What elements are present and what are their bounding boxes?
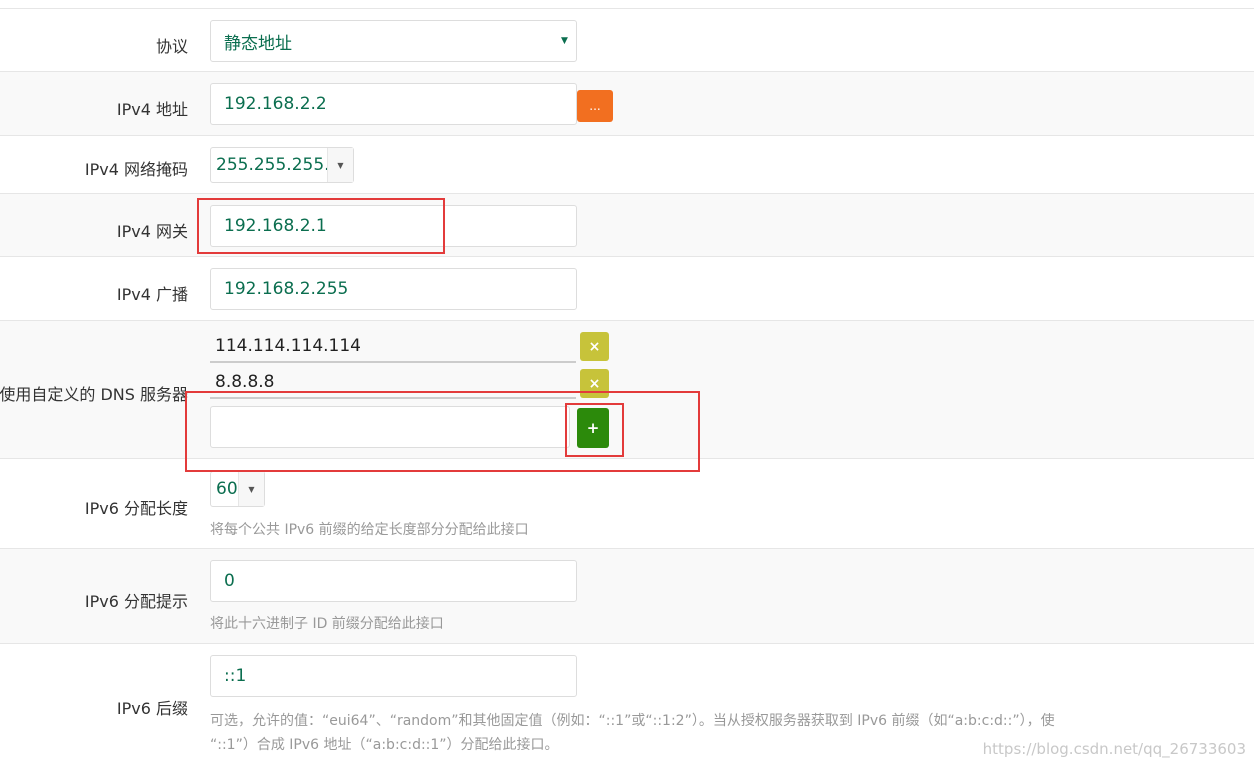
ipv6-assign-hint-row: IPv6 分配提示 0 将此十六进制子 ID 前缀分配给此接口	[0, 548, 1254, 643]
ipv4-address-row: IPv4 地址 192.168.2.2 ...	[0, 71, 1254, 135]
ipv4-address-value: 192.168.2.2	[224, 94, 327, 114]
add-button-highlight-box	[565, 403, 624, 457]
x-icon: ×	[588, 338, 601, 355]
dns-label: 使用自定义的 DNS 服务器	[0, 385, 188, 404]
ipv6-assign-length-value: 60	[216, 479, 238, 499]
ipv4-netmask-value: 255.255.255.0	[216, 155, 341, 175]
chevron-down-icon: ▼	[327, 148, 353, 182]
ipv6-assign-length-hint: 将每个公共 IPv6 前缀的给定长度部分分配给此接口	[210, 522, 529, 538]
ipv4-address-label: IPv4 地址	[116, 100, 188, 119]
chevron-down-icon: ▼	[238, 472, 264, 506]
gateway-highlight-box	[197, 198, 445, 254]
x-icon: ×	[588, 375, 601, 392]
ipv6-suffix-input[interactable]: ::1	[210, 655, 577, 697]
dns-entry-value: 114.114.114.114	[215, 336, 362, 356]
ipv4-gateway-label: IPv4 网关	[116, 222, 188, 241]
dns-entry[interactable]: 114.114.114.114	[210, 331, 576, 363]
ipv4-broadcast-value: 192.168.2.255	[224, 279, 349, 299]
protocol-select[interactable]: 静态地址	[210, 20, 577, 62]
ipv4-broadcast-input[interactable]: 192.168.2.255	[210, 268, 577, 310]
ipv4-gateway-row: IPv4 网关 192.168.2.1	[0, 193, 1254, 256]
ipv6-assign-hint-value: 0	[224, 571, 235, 591]
ipv6-assign-hint-input[interactable]: 0	[210, 560, 577, 602]
ipv4-broadcast-row: IPv4 广播 192.168.2.255	[0, 256, 1254, 320]
protocol-value: 静态地址	[224, 33, 292, 54]
ipv4-address-input[interactable]: 192.168.2.2	[210, 83, 577, 125]
ipv6-suffix-hint-line1: 可选，允许的值：“eui64”、“random”和其他固定值（例如：“::1”或…	[210, 713, 1055, 729]
ipv6-assign-hint-label: IPv6 分配提示	[84, 592, 188, 611]
protocol-row: 协议 静态地址 ▼	[0, 8, 1254, 71]
watermark: https://blog.csdn.net/qq_26733603	[982, 740, 1246, 758]
ipv4-netmask-label: IPv4 网络掩码	[84, 160, 188, 179]
ipv4-address-more-button[interactable]: ...	[577, 90, 613, 122]
ipv6-suffix-value: ::1	[224, 666, 247, 686]
remove-dns-button[interactable]: ×	[580, 332, 609, 361]
ipv4-broadcast-label: IPv4 广播	[116, 285, 188, 304]
ipv6-assign-length-label: IPv6 分配长度	[84, 499, 188, 518]
ipv6-assign-hint-hint: 将此十六进制子 ID 前缀分配给此接口	[210, 616, 444, 632]
ipv4-netmask-select[interactable]: 255.255.255.0 ▼	[210, 147, 354, 183]
ipv6-assign-length-select[interactable]: 60 ▼	[210, 471, 265, 507]
more-icon: ...	[589, 99, 601, 113]
dns-entry-value: 8.8.8.8	[215, 372, 275, 392]
chevron-down-icon: ▼	[561, 36, 568, 46]
protocol-label: 协议	[155, 37, 188, 56]
ipv6-suffix-hint-line2: “::1”）合成 IPv6 地址（“a:b:c:d::1”）分配给此接口。	[210, 737, 559, 753]
ipv4-netmask-row: IPv4 网络掩码 255.255.255.0 ▼	[0, 135, 1254, 193]
ipv6-suffix-label: IPv6 后缀	[116, 699, 188, 718]
